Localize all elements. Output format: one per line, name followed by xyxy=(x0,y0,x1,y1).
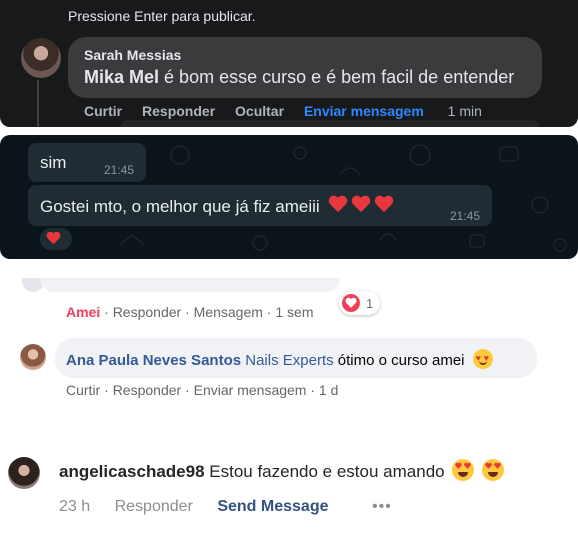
separator-dot: · xyxy=(310,382,316,398)
comment-body: Estou fazendo e estou amando xyxy=(209,462,445,481)
heart-eyes-icon xyxy=(452,459,475,481)
mouth-shape xyxy=(458,472,469,477)
next-comment-edge xyxy=(120,120,540,127)
red-heart-icon xyxy=(46,232,61,246)
facebook-light-comments-panel: Amei · Responder · Mensagem · 1 sem 1 An… xyxy=(0,268,578,408)
reply-button[interactable]: Responder xyxy=(115,498,193,515)
message-text: sim xyxy=(40,153,67,172)
avatar[interactable] xyxy=(8,457,40,489)
heart-icon xyxy=(455,463,462,469)
separator-dot: · xyxy=(185,382,190,398)
heart-icon xyxy=(345,298,357,309)
comment-text: angelicaschade98 Estou fazendo e estou a… xyxy=(59,459,505,482)
avatar[interactable] xyxy=(21,38,61,78)
publish-hint: Pressione Enter para publicar. xyxy=(68,8,256,24)
message-time: 21:45 xyxy=(104,163,135,177)
separator-dot: · xyxy=(104,304,109,320)
comment-actions: Amei · Responder · Mensagem · 1 sem xyxy=(66,304,313,320)
mouth-shape xyxy=(478,361,487,365)
smiling-face-with-hearts-icon: ♥ ♥ xyxy=(472,349,493,369)
love-reaction-button[interactable]: Amei xyxy=(66,304,100,320)
comment-body: ótimo o curso amei xyxy=(337,352,465,369)
comment-bubble xyxy=(40,278,340,292)
separator-dot: · xyxy=(185,304,190,320)
mouth-shape xyxy=(488,472,499,477)
reply-button[interactable]: Responder xyxy=(113,382,182,398)
comment-author[interactable]: Ana Paula Neves Santos xyxy=(66,352,241,369)
like-button[interactable]: Curtir xyxy=(66,382,100,398)
tagged-page[interactable]: Nails Experts xyxy=(245,352,333,369)
hide-button[interactable]: Ocultar xyxy=(235,103,284,119)
reaction-count: 1 xyxy=(366,295,374,311)
avatar[interactable] xyxy=(20,344,46,370)
heart-icon xyxy=(494,463,501,469)
comment-actions: Curtir · Responder · Enviar mensagem · 1… xyxy=(66,382,338,398)
facebook-dark-comment-panel: Pressione Enter para publicar. Sarah Mes… xyxy=(0,0,578,127)
comment-timestamp[interactable]: 23 h xyxy=(59,498,90,515)
comment-timestamp[interactable]: 1 d xyxy=(319,382,338,398)
comment-username[interactable]: angelicaschade98 xyxy=(59,462,205,481)
reply-button[interactable]: Responder xyxy=(142,103,215,119)
more-options-icon[interactable]: ••• xyxy=(372,498,392,516)
comment-text: Mika Mel é bom esse curso e é bem facil … xyxy=(84,67,514,88)
red-heart-icon xyxy=(351,196,371,214)
chat-message[interactable]: Gostei mto, o melhor que já fiz ameiii 2… xyxy=(28,185,492,226)
comment-text: Ana Paula Neves Santos Nails Experts óti… xyxy=(66,349,493,369)
red-heart-icon xyxy=(328,196,348,214)
separator-dot: · xyxy=(104,382,109,398)
message-body: Gostei mto, o melhor que já fiz ameiii xyxy=(40,197,320,216)
comment-actions: Curtir Responder Ocultar Enviar mensagem… xyxy=(84,103,498,119)
comment-author[interactable]: Sarah Messias xyxy=(84,47,181,63)
message-button[interactable]: Mensagem xyxy=(194,304,263,320)
reply-button[interactable]: Responder xyxy=(113,304,182,320)
mention-link[interactable]: Mika Mel xyxy=(84,67,159,87)
red-heart-icon xyxy=(374,196,394,214)
love-icon xyxy=(342,294,360,312)
message-text: Gostei mto, o melhor que já fiz ameiii xyxy=(40,196,397,217)
message-time: 21:45 xyxy=(450,209,481,223)
send-message-button[interactable]: Send Message xyxy=(217,498,328,515)
comment-timestamp[interactable]: 1 sem xyxy=(275,304,313,320)
send-message-button[interactable]: Enviar mensagem xyxy=(194,382,307,398)
reaction-count-badge[interactable]: 1 xyxy=(339,291,381,315)
thread-line xyxy=(37,80,39,127)
whatsapp-chat-panel: sim 21:45 Gostei mto, o melhor que já fi… xyxy=(0,135,578,259)
heart-eyes-icon xyxy=(482,459,505,481)
like-button[interactable]: Curtir xyxy=(84,103,122,119)
comment-body: é bom esse curso e é bem facil de entend… xyxy=(164,67,515,87)
comment-timestamp[interactable]: 1 min xyxy=(448,103,482,119)
heart-icon xyxy=(464,463,471,469)
send-message-button[interactable]: Enviar mensagem xyxy=(304,103,424,119)
separator-dot: · xyxy=(266,304,272,320)
screenshot-collage: Pressione Enter para publicar. Sarah Mes… xyxy=(0,0,578,553)
message-reaction[interactable] xyxy=(38,226,74,252)
chat-message[interactable]: sim 21:45 xyxy=(28,143,146,182)
heart-icon xyxy=(485,463,492,469)
comment-actions: 23 h Responder Send Message xyxy=(59,498,348,516)
heart-emojis xyxy=(328,196,397,217)
instagram-comment-panel: angelicaschade98 Estou fazendo e estou a… xyxy=(0,440,578,553)
